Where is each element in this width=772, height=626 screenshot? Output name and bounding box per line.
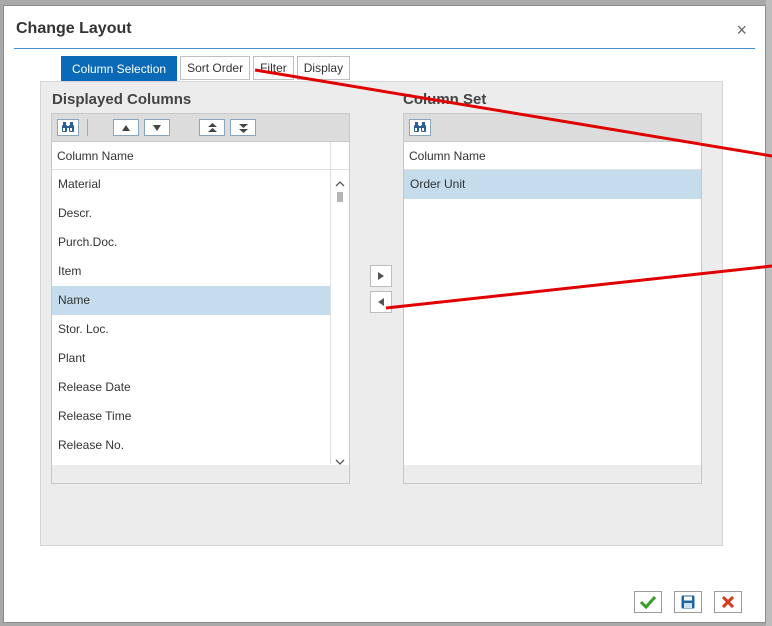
annotation-arrow-sort-order xyxy=(254,68,772,158)
annotation-overlay xyxy=(254,68,772,310)
annotation-arrow-move-left xyxy=(385,264,772,310)
